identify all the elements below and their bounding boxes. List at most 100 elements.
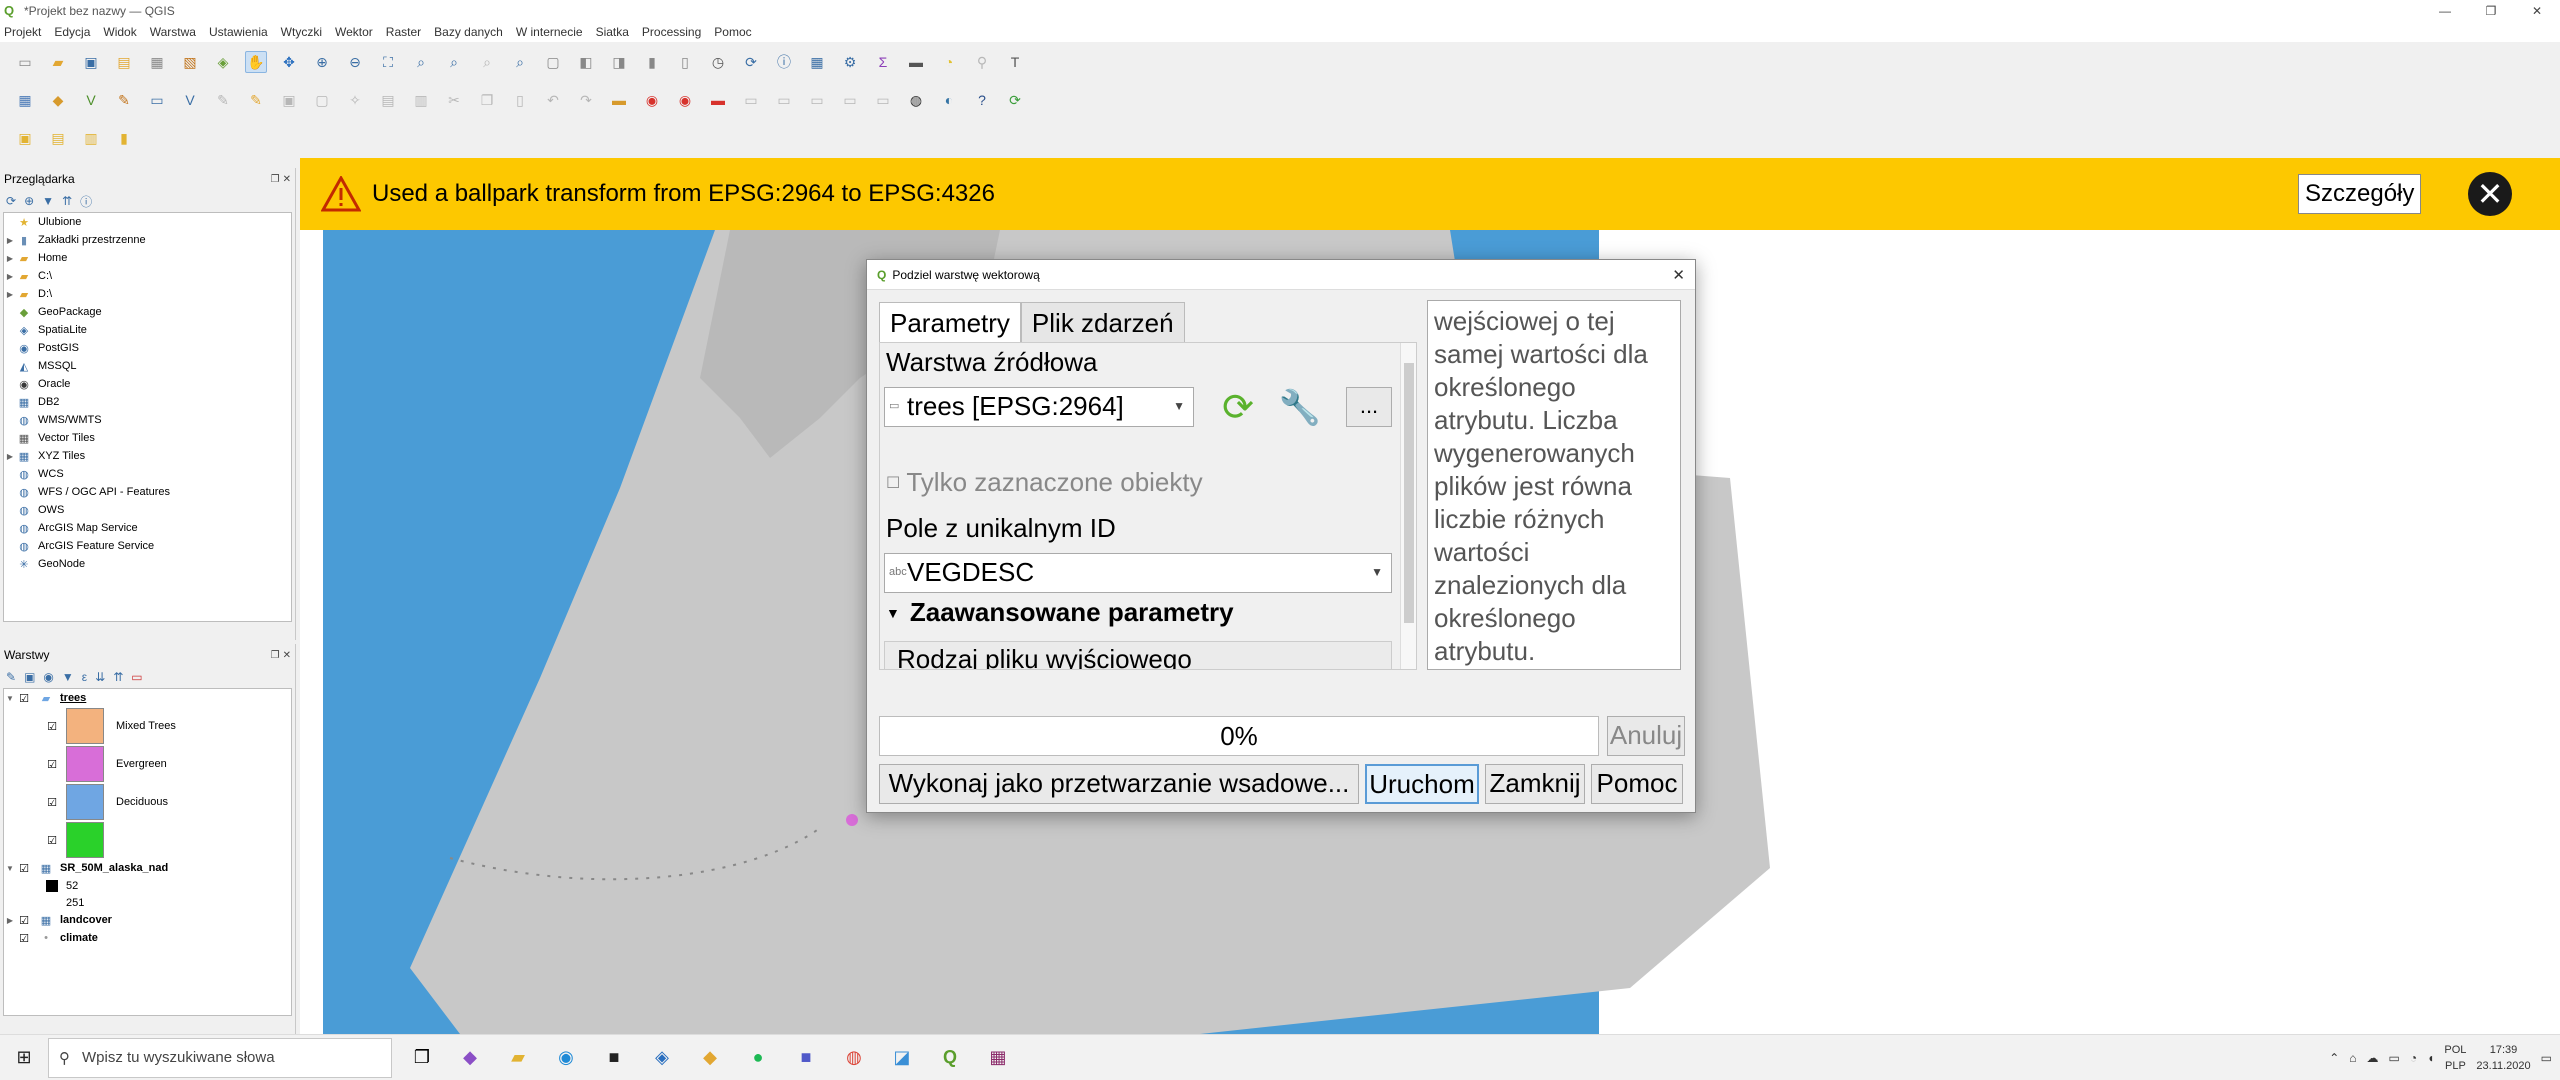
float-icon[interactable]: ❐	[271, 650, 280, 661]
help-button[interactable]: Pomoc	[1591, 764, 1683, 804]
ellipsis-button[interactable]: ...	[1346, 387, 1392, 427]
menu-widok[interactable]: Widok	[103, 25, 136, 39]
details-button[interactable]: Szczegóły	[2298, 174, 2422, 214]
app-map-icon[interactable]: ◪	[878, 1035, 926, 1080]
browser-item[interactable]: ◍ ArcGIS Feature Service	[4, 537, 291, 555]
file-explorer-icon[interactable]: ▰	[494, 1035, 542, 1080]
app-yellow-icon[interactable]: ◆	[686, 1035, 734, 1080]
layer-sr-50m[interactable]: ▼ ☑ ▦ SR_50M_alaska_nad	[4, 859, 291, 877]
collapse-all-icon[interactable]: ⇈	[113, 670, 123, 684]
rotate-label-icon[interactable]: ▭	[773, 89, 795, 111]
expression-filter-icon[interactable]: ε	[82, 670, 87, 684]
save-edits-icon[interactable]: ▣	[278, 89, 300, 111]
save-project-icon[interactable]: ▣	[80, 51, 102, 73]
print-layout-icon[interactable]: ▦	[146, 51, 168, 73]
browser-item[interactable]: ◍ WFS / OGC API - Features	[4, 483, 291, 501]
close-button[interactable]: Zamknij	[1485, 764, 1585, 804]
zoom-full-icon[interactable]: ⛶	[377, 51, 399, 73]
minimize-button[interactable]: —	[2422, 0, 2468, 22]
visibility-icon[interactable]: ◉	[43, 670, 53, 684]
checkbox-checked-icon[interactable]: ☑	[16, 692, 32, 705]
browser-item[interactable]: ★ Ulubione	[4, 213, 291, 231]
browser-item[interactable]: ✳ GeoNode	[4, 555, 291, 573]
menu-warstwa[interactable]: Warstwa	[150, 25, 196, 39]
close-panel-icon[interactable]: ✕	[283, 650, 291, 661]
tray-chevron-icon[interactable]: ⌃	[2329, 1051, 2339, 1065]
menu-ustawienia[interactable]: Ustawienia	[209, 25, 268, 39]
zoom-last-icon[interactable]: ⌕	[509, 51, 531, 73]
network-icon[interactable]: ◔	[2410, 1051, 2417, 1065]
label-toolbar-icon[interactable]: ▬	[608, 89, 630, 111]
dialog-close-icon[interactable]: ✕	[1672, 266, 1685, 284]
browser-item[interactable]: ▶ ▮ Zakładki przestrzenne	[4, 231, 291, 249]
filter-icon[interactable]: ▼	[42, 194, 54, 208]
filter-legend-icon[interactable]: ▼	[62, 670, 74, 684]
zoom-out-icon[interactable]: ⊖	[344, 51, 366, 73]
edit-pencil-icon[interactable]: ✎	[212, 89, 234, 111]
close-message-button[interactable]: ✕	[2468, 172, 2512, 216]
browser-item[interactable]: ▶ ▰ D:\	[4, 285, 291, 303]
menu-wtyczki[interactable]: Wtyczki	[281, 25, 322, 39]
show-hide-labels-icon[interactable]: ▭	[839, 89, 861, 111]
properties-icon[interactable]: ⓘ	[80, 193, 92, 210]
cancel-button[interactable]: Anuluj	[1607, 716, 1685, 756]
checkbox-checked-icon[interactable]: ☑	[44, 758, 60, 771]
checkbox-icon[interactable]: ☐	[886, 473, 900, 493]
task-view-icon[interactable]: ❐	[398, 1035, 446, 1080]
vertex-tool-icon[interactable]: ✧	[344, 89, 366, 111]
help-contents-icon[interactable]: ?	[971, 89, 993, 111]
notifications-icon[interactable]: ▭	[2541, 1051, 2552, 1065]
temporal-icon[interactable]: ◷	[707, 51, 729, 73]
new-geopackage-icon[interactable]: ◆	[47, 89, 69, 111]
zoom-native-icon[interactable]: ⌕	[476, 51, 498, 73]
expand-all-icon[interactable]: ⇊	[95, 670, 105, 684]
refresh-icon[interactable]: ⟳	[740, 51, 762, 73]
class-evergreen[interactable]: ☑ Evergreen	[4, 745, 291, 783]
browser-item[interactable]: ▶ ▰ Home	[4, 249, 291, 267]
delete-selected-icon[interactable]: ▥	[410, 89, 432, 111]
select-features-icon[interactable]: ▣	[14, 127, 36, 149]
close-panel-icon[interactable]: ✕	[283, 174, 291, 185]
tab-plik-zdarzen[interactable]: Plik zdarzeń	[1020, 302, 1185, 342]
zoom-layer-icon[interactable]: ⌕	[443, 51, 465, 73]
show-bookmarks-icon[interactable]: ▯	[674, 51, 696, 73]
browser-item[interactable]: ◍ OWS	[4, 501, 291, 519]
paste-features-icon[interactable]: ▯	[509, 89, 531, 111]
layer-labeling-icon[interactable]: ◉	[641, 89, 663, 111]
bookmark-new-icon[interactable]: ▮	[641, 51, 663, 73]
select-by-expression-icon[interactable]: ▮	[113, 127, 135, 149]
select-by-location-icon[interactable]: ⚲	[971, 51, 993, 73]
pan-map-icon[interactable]: ✋	[245, 51, 267, 73]
language-indicator[interactable]: POL PLP	[2444, 1042, 2466, 1074]
change-label-icon[interactable]: ▭	[806, 89, 828, 111]
pan-to-selection-icon[interactable]: ✥	[278, 51, 300, 73]
pin-labels-icon[interactable]: ◉	[674, 89, 696, 111]
source-layer-combo[interactable]: ▭ trees [EPSG:2964] ▼	[884, 387, 1194, 427]
zoom-next-icon[interactable]: ▢	[542, 51, 564, 73]
browser-item[interactable]: ▦ DB2	[4, 393, 291, 411]
advanced-section-header[interactable]: ▼ Zaawansowane parametry	[886, 597, 1234, 628]
menu-bazy-danych[interactable]: Bazy danych	[434, 25, 503, 39]
browser-item[interactable]: ◆ GeoPackage	[4, 303, 291, 321]
data-source-manager-icon[interactable]: ▦	[14, 89, 36, 111]
add-vector-layer-icon[interactable]: V	[179, 89, 201, 111]
highlight-labels-icon[interactable]: ▬	[707, 89, 729, 111]
layer-climate[interactable]: ☑ • climate	[4, 929, 291, 947]
text-annotation-icon[interactable]: T	[1004, 51, 1026, 73]
float-icon[interactable]: ❐	[271, 174, 280, 185]
menu-edycja[interactable]: Edycja	[54, 25, 90, 39]
new-project-icon[interactable]: ▭	[14, 51, 36, 73]
layer-trees[interactable]: ▼ ☑ ▰ trees	[4, 689, 291, 707]
unique-field-combo[interactable]: abc VEGDESC ▼	[884, 553, 1392, 593]
browser-item[interactable]: ◈ SpatiaLite	[4, 321, 291, 339]
app-black-icon[interactable]: ■	[590, 1035, 638, 1080]
clock[interactable]: 17:39 23.11.2020	[2476, 1042, 2530, 1074]
copy-features-icon[interactable]: ❐	[476, 89, 498, 111]
new-3d-view-icon[interactable]: ◨	[608, 51, 630, 73]
class-deciduous[interactable]: ☑ Deciduous	[4, 783, 291, 821]
browser-item[interactable]: ◉ Oracle	[4, 375, 291, 393]
winrar-icon[interactable]: ▦	[974, 1035, 1022, 1080]
wrench-icon[interactable]: 🔧	[1274, 385, 1326, 431]
expand-arrow-icon[interactable]: ▶	[4, 254, 16, 263]
globe-icon[interactable]: ◍	[905, 89, 927, 111]
